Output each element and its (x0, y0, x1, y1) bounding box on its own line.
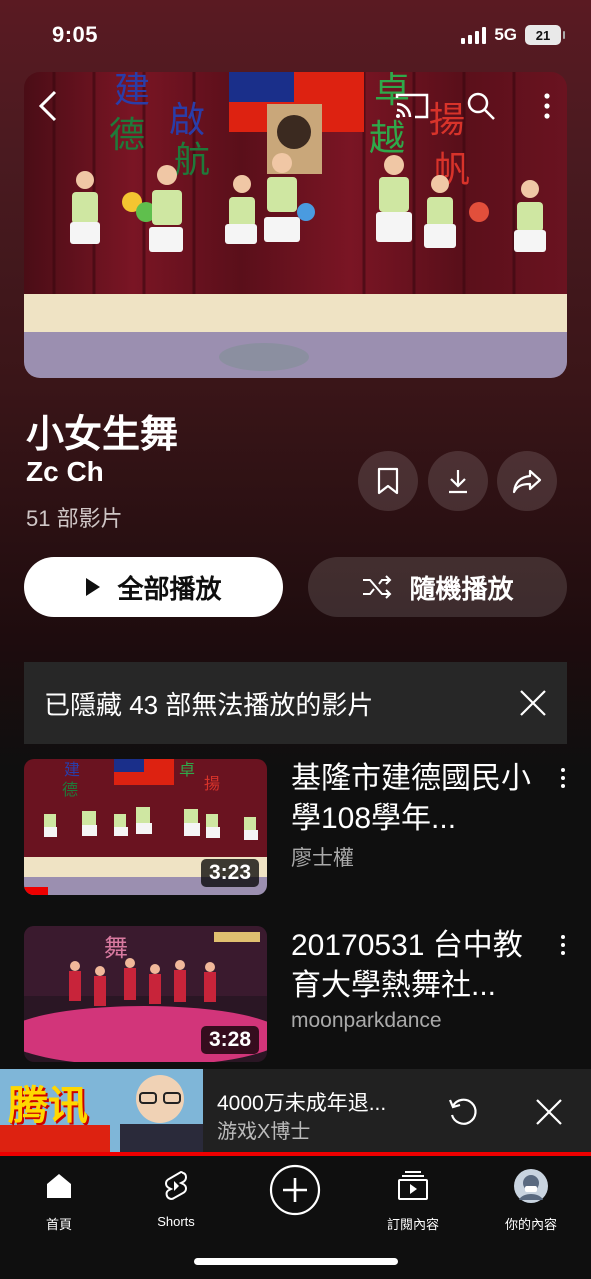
search-icon (467, 92, 495, 120)
replay-icon (448, 1098, 477, 1125)
video-channel[interactable]: moonparkdance (291, 1009, 442, 1033)
svg-text:德: 德 (62, 780, 78, 799)
video-count: 51 部影片 (26, 506, 123, 531)
playlist-title: 小女生舞 (26, 414, 179, 456)
more-vertical-icon (544, 93, 550, 119)
svg-text:建: 建 (114, 72, 150, 111)
svg-text:揚: 揚 (204, 774, 220, 793)
play-all-label: 全部播放 (117, 573, 222, 604)
battery-icon: 21 (525, 25, 565, 45)
avatar (514, 1169, 548, 1203)
nav-home-label: 首頁 (45, 1217, 72, 1232)
nav-shorts-label: Shorts (157, 1214, 195, 1229)
video-menu-button[interactable] (553, 763, 573, 793)
chevron-left-icon (38, 90, 57, 122)
svg-text:德: 德 (109, 115, 145, 156)
nav-home[interactable]: 首頁 (4, 1164, 114, 1233)
nav-subscriptions-label: 訂閱內容 (386, 1217, 439, 1232)
cast-icon (395, 93, 429, 119)
download-icon (449, 470, 467, 494)
mini-player-title[interactable]: 4000万未成年退... (217, 1087, 427, 1117)
duration-badge: 3:23 (200, 859, 259, 887)
home-icon (47, 1174, 71, 1198)
save-playlist-button[interactable] (358, 451, 418, 511)
play-icon (86, 578, 101, 596)
hidden-videos-notice: 已隱藏 43 部無法播放的影片 (24, 662, 567, 744)
home-indicator (194, 1258, 398, 1265)
search-button[interactable] (461, 86, 501, 126)
create-icon (269, 1164, 321, 1216)
status-time: 9:05 (52, 22, 99, 47)
back-button[interactable] (28, 86, 68, 126)
playlist-channel[interactable]: Zc Ch (26, 456, 104, 488)
close-mini-player-button[interactable] (531, 1094, 567, 1130)
svg-text:揚: 揚 (429, 100, 465, 141)
nav-shorts[interactable]: Shorts (121, 1164, 231, 1229)
status-bar: 9:05 5G 21 (0, 0, 591, 72)
svg-text:啟: 啟 (169, 100, 205, 141)
nav-you[interactable]: 你的內容 (476, 1164, 586, 1233)
video-menu-button[interactable] (553, 930, 573, 960)
playlist-hero-thumbnail[interactable]: 建 德 啟 航 卓 越 揚 帆 (24, 72, 567, 378)
network-type: 5G (494, 25, 517, 44)
shorts-icon (165, 1170, 187, 1201)
nav-you-label: 你的內容 (504, 1217, 557, 1232)
download-button[interactable] (428, 451, 488, 511)
shuffle-icon (363, 575, 392, 599)
subscriptions-icon (398, 1171, 428, 1200)
more-options-button[interactable] (527, 86, 567, 126)
video-thumbnail[interactable]: 舞 3:28 (24, 926, 267, 1062)
bookmark-icon (377, 467, 399, 495)
hidden-videos-text: 已隱藏 43 部無法播放的影片 (44, 689, 374, 720)
mini-player-thumbnail[interactable]: 腾讯 (0, 1069, 203, 1153)
shuffle-label: 隨機播放 (409, 573, 514, 604)
svg-text:航: 航 (174, 140, 210, 181)
replay-button[interactable] (445, 1094, 481, 1130)
share-button[interactable] (497, 451, 557, 511)
nav-create[interactable] (240, 1164, 350, 1216)
dismiss-notice-button[interactable] (513, 683, 553, 723)
share-icon (512, 469, 542, 494)
svg-text:建: 建 (64, 760, 80, 779)
duration-badge: 3:28 (200, 1026, 259, 1054)
shuffle-button[interactable]: 隨機播放 (308, 557, 567, 617)
mini-player-channel: 游戏X博士 (217, 1121, 311, 1143)
video-channel[interactable]: 廖士權 (291, 842, 354, 872)
video-title[interactable]: 基隆市建德國民小學108學年... (291, 759, 541, 839)
play-all-button[interactable]: 全部播放 (24, 557, 283, 617)
cast-button[interactable] (392, 86, 432, 126)
nav-subscriptions[interactable]: 訂閱內容 (358, 1164, 468, 1233)
mini-thumbnail-text: 腾讯 (8, 1084, 88, 1128)
close-icon (520, 690, 546, 716)
svg-text:舞: 舞 (104, 934, 128, 962)
close-icon (536, 1099, 562, 1125)
battery-level: 21 (535, 27, 551, 43)
svg-text:卓: 卓 (179, 760, 195, 779)
signal-icon (461, 26, 487, 44)
video-title[interactable]: 20170531 台中教育大學熱舞社... (291, 926, 541, 1006)
status-indicators: 5G 21 (461, 25, 565, 45)
video-thumbnail[interactable]: 建 德 卓 揚 3:23 (24, 759, 267, 895)
